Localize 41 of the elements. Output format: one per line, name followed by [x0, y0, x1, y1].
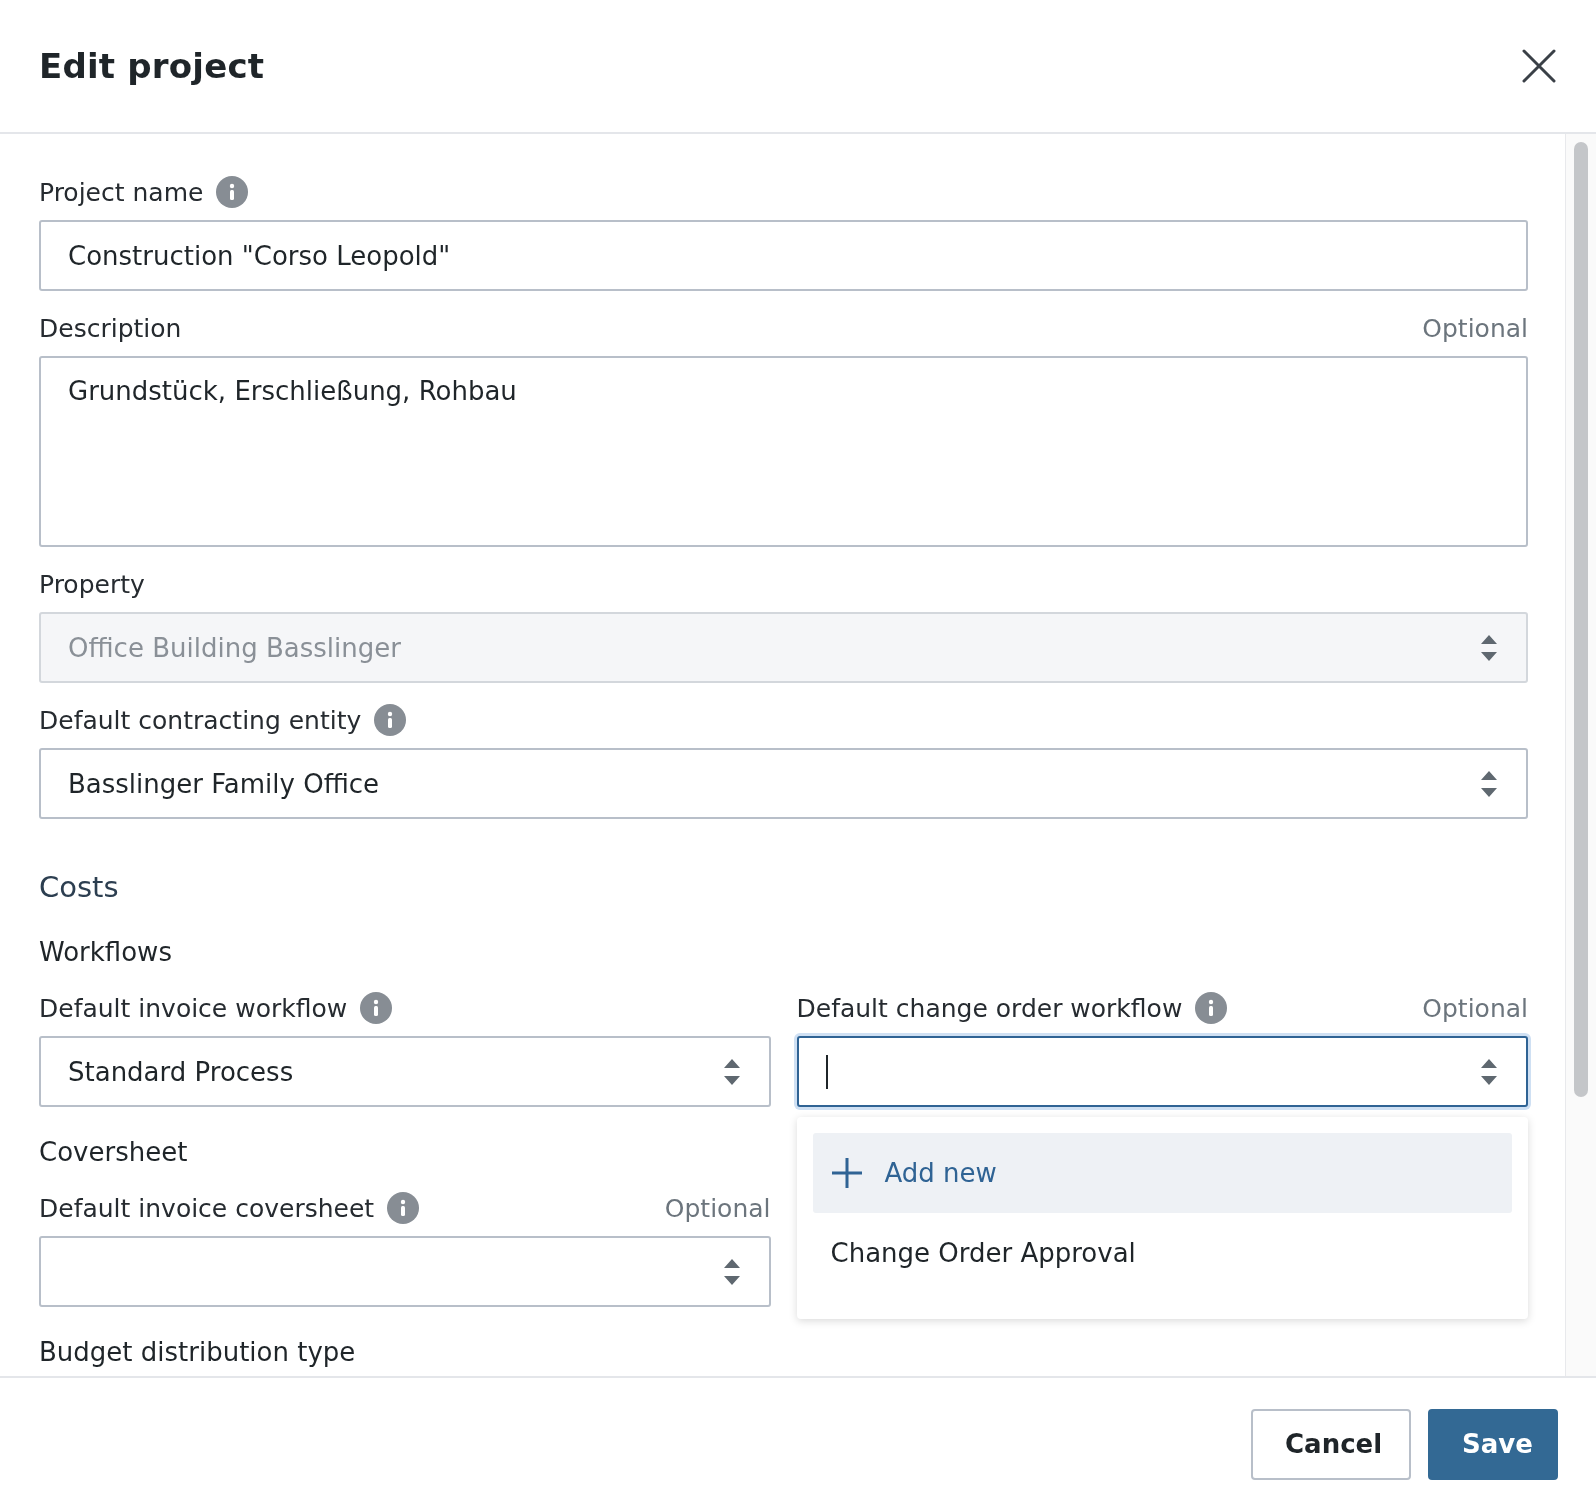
- dialog-title: Edit project: [39, 46, 265, 86]
- select-field[interactable]: Basslinger Family Office: [39, 748, 1528, 819]
- select-field[interactable]: [39, 1236, 771, 1307]
- subsection-heading: Coversheet: [39, 1136, 188, 1169]
- info-icon[interactable]: [216, 176, 249, 208]
- menu-option[interactable]: Change Order Approval: [812, 1213, 1512, 1293]
- close-icon: [1522, 49, 1556, 83]
- info-icon[interactable]: [374, 704, 407, 736]
- cancel-button[interactable]: Cancel: [1251, 1408, 1411, 1480]
- field-label: Default invoice coversheet: [39, 1193, 375, 1223]
- close-button[interactable]: [1522, 49, 1556, 83]
- text-area[interactable]: Grundstück, Erschließung, Rohbau: [39, 356, 1528, 547]
- info-icon[interactable]: [1195, 992, 1228, 1024]
- select-field: Office Building Basslinger: [39, 612, 1528, 683]
- plus-icon: [830, 1157, 863, 1189]
- optional-label: Optional: [1422, 313, 1528, 343]
- up-down-arrows-icon: [722, 1058, 741, 1085]
- add-new-option[interactable]: Add new: [812, 1133, 1512, 1213]
- save-button[interactable]: Save: [1428, 1408, 1558, 1480]
- info-icon[interactable]: [360, 992, 393, 1024]
- section-heading: Costs: [39, 869, 120, 906]
- up-down-arrows-icon: [1480, 770, 1498, 797]
- field-label: Default change order workflow: [796, 993, 1183, 1023]
- up-down-arrows-icon: [1480, 1058, 1498, 1085]
- field-label: Description: [39, 313, 182, 343]
- field-label: Default contracting entity: [39, 705, 362, 735]
- text-field[interactable]: Construction "Corso Leopold": [39, 220, 1528, 291]
- subsection-heading: Workflows: [39, 936, 172, 969]
- optional-label: Optional: [664, 1193, 771, 1223]
- info-icon[interactable]: [387, 1192, 420, 1224]
- select-field[interactable]: [796, 1036, 1528, 1107]
- field-label: Project name: [39, 177, 204, 207]
- scrollbar-thumb[interactable]: [1574, 142, 1588, 1097]
- field-label: Property: [39, 569, 145, 599]
- up-down-arrows-icon: [1480, 634, 1498, 661]
- subsection-heading: Budget distribution type: [39, 1336, 356, 1369]
- select-field[interactable]: Standard Process: [39, 1036, 771, 1107]
- optional-label: Optional: [1422, 993, 1528, 1023]
- field-label: Default invoice workflow: [39, 993, 348, 1023]
- up-down-arrows-icon: [722, 1258, 741, 1285]
- text-cursor: [825, 1054, 828, 1089]
